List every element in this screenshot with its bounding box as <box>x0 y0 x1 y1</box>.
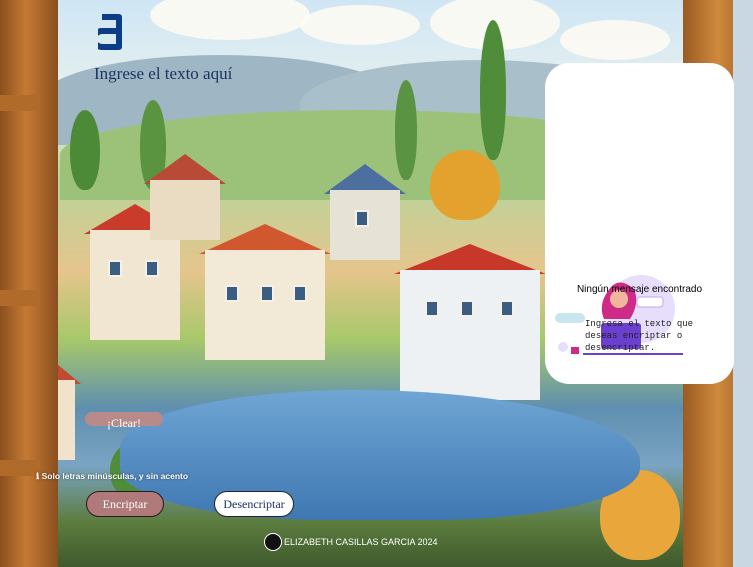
hint-text: ℹ Solo letras minúsculas, y sin acento <box>36 471 189 481</box>
clear-button[interactable]: ¡Clear! <box>85 412 163 430</box>
panel-description: Ingresa el texto que deseas encriptar o … <box>585 319 694 353</box>
output-panel: Ningún mensaje encontrado Ingresa el tex… <box>545 63 734 384</box>
text-input[interactable] <box>92 58 456 90</box>
decrypt-button[interactable]: Desencriptar <box>214 491 294 517</box>
alura-logo-icon <box>98 14 122 50</box>
panel-title: Ningún mensaje encontrado <box>576 284 703 295</box>
footer-text: ELIZABETH CASILLAS GARCIA 2024 <box>284 537 438 547</box>
github-icon[interactable] <box>264 533 282 551</box>
encrypt-button[interactable]: Encriptar <box>86 491 164 517</box>
